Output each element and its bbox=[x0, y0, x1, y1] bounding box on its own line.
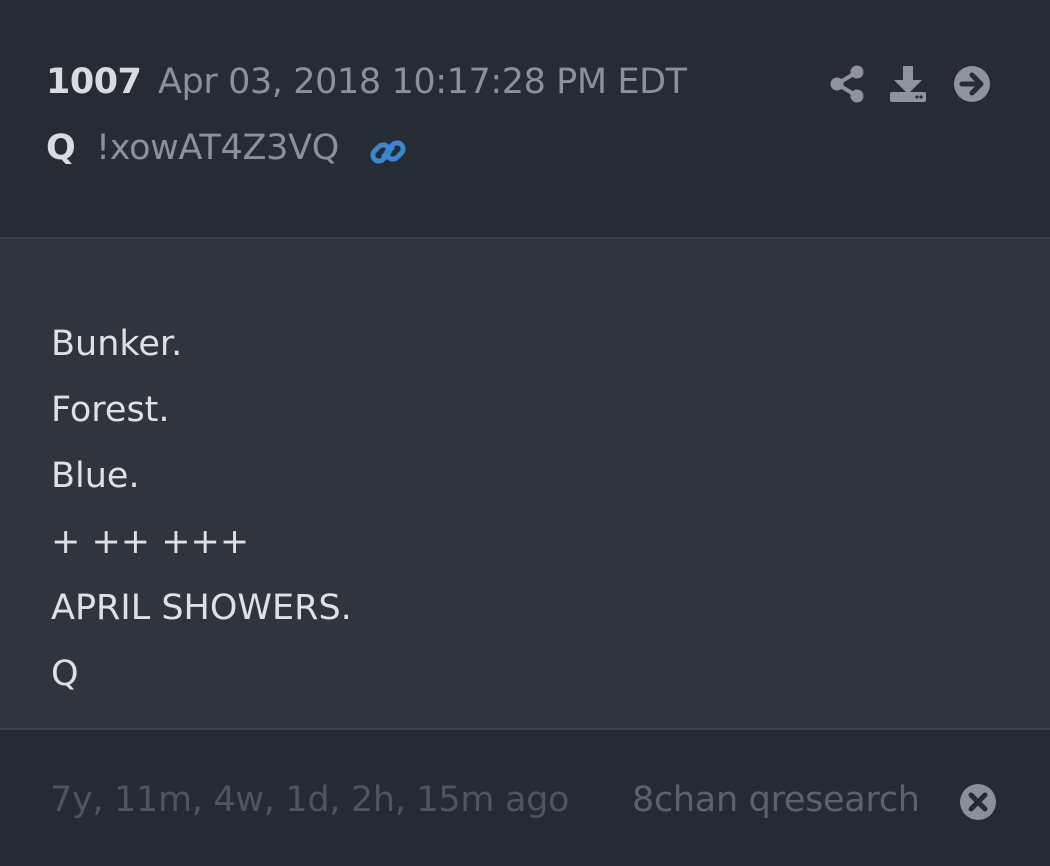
share-icon[interactable] bbox=[828, 64, 868, 104]
close-circle-icon[interactable] bbox=[958, 782, 998, 822]
post-body: Bunker. Forest. Blue. + ++ +++ APRIL SHO… bbox=[0, 239, 1050, 730]
post-line: + ++ +++ bbox=[51, 522, 250, 562]
relative-time: 7y, 11m, 4w, 1d, 2h, 15m ago bbox=[50, 780, 570, 820]
source-label[interactable]: 8chan qresearch bbox=[632, 780, 920, 820]
arrow-right-circle-icon[interactable] bbox=[952, 64, 992, 104]
post-line: Blue. bbox=[51, 456, 140, 496]
author-name: Q bbox=[46, 128, 76, 168]
post-header: 1007 Apr 03, 2018 10:17:28 PM EDT Q !xow… bbox=[0, 0, 1050, 239]
download-icon[interactable] bbox=[888, 64, 928, 104]
post-text: Bunker. Forest. Blue. + ++ +++ APRIL SHO… bbox=[51, 311, 352, 707]
post-number[interactable]: 1007 bbox=[46, 62, 142, 102]
link-icon[interactable] bbox=[368, 132, 408, 172]
post-card: 1007 Apr 03, 2018 10:17:28 PM EDT Q !xow… bbox=[0, 0, 1050, 866]
post-date: Apr 03, 2018 10:17:28 PM EDT bbox=[158, 62, 687, 102]
post-footer: 7y, 11m, 4w, 1d, 2h, 15m ago 8chan qrese… bbox=[0, 730, 1050, 866]
post-line: APRIL SHOWERS. bbox=[51, 588, 352, 628]
post-line: Forest. bbox=[51, 390, 170, 430]
post-line: Bunker. bbox=[51, 324, 183, 364]
post-line: Q bbox=[51, 654, 79, 694]
tripcode: !xowAT4Z3VQ bbox=[96, 128, 340, 168]
